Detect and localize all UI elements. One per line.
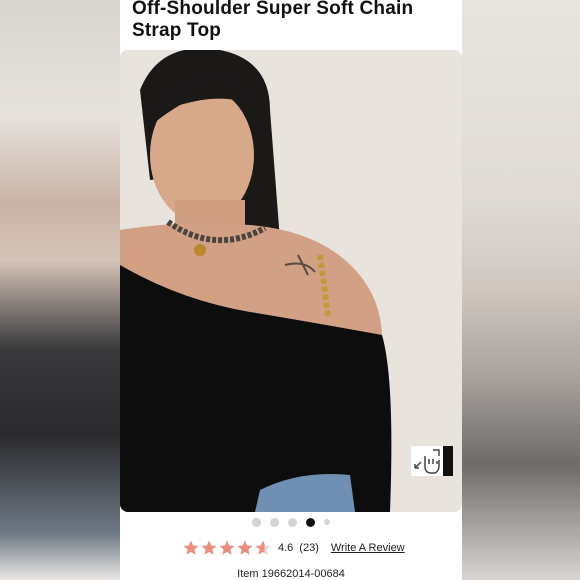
zoom-button[interactable] xyxy=(411,446,453,476)
product-screen: Off-Shoulder Super Soft Chain Strap Top xyxy=(120,0,462,580)
carousel-dot[interactable] xyxy=(270,517,279,527)
carousel-dot[interactable] xyxy=(252,517,261,527)
rating-score: 4.6 xyxy=(278,542,294,554)
star-icon xyxy=(201,540,217,555)
model-photo xyxy=(120,50,462,512)
rating-row: 4.6 (23) Write A Review xyxy=(182,538,405,558)
hand-pinch-zoom-icon xyxy=(414,449,440,474)
star-icon xyxy=(219,540,235,555)
star-icon xyxy=(237,540,253,555)
item-number: Item 19662014-00684 xyxy=(237,568,345,580)
write-review-link[interactable]: Write A Review xyxy=(331,542,405,554)
star-rating xyxy=(182,539,272,557)
carousel-dots xyxy=(120,516,462,528)
star-half-icon xyxy=(255,540,271,555)
star-icon xyxy=(183,540,199,555)
product-image[interactable] xyxy=(120,50,462,512)
zoom-button-edge xyxy=(443,446,453,476)
product-title: Off-Shoulder Super Soft Chain Strap Top xyxy=(132,0,414,41)
carousel-dot-active[interactable] xyxy=(306,517,315,527)
backdrop-left xyxy=(0,0,120,580)
rating-count: (23) xyxy=(299,542,319,554)
carousel-dot[interactable] xyxy=(324,519,330,525)
backdrop-right xyxy=(460,0,580,580)
carousel-dot[interactable] xyxy=(288,517,297,527)
